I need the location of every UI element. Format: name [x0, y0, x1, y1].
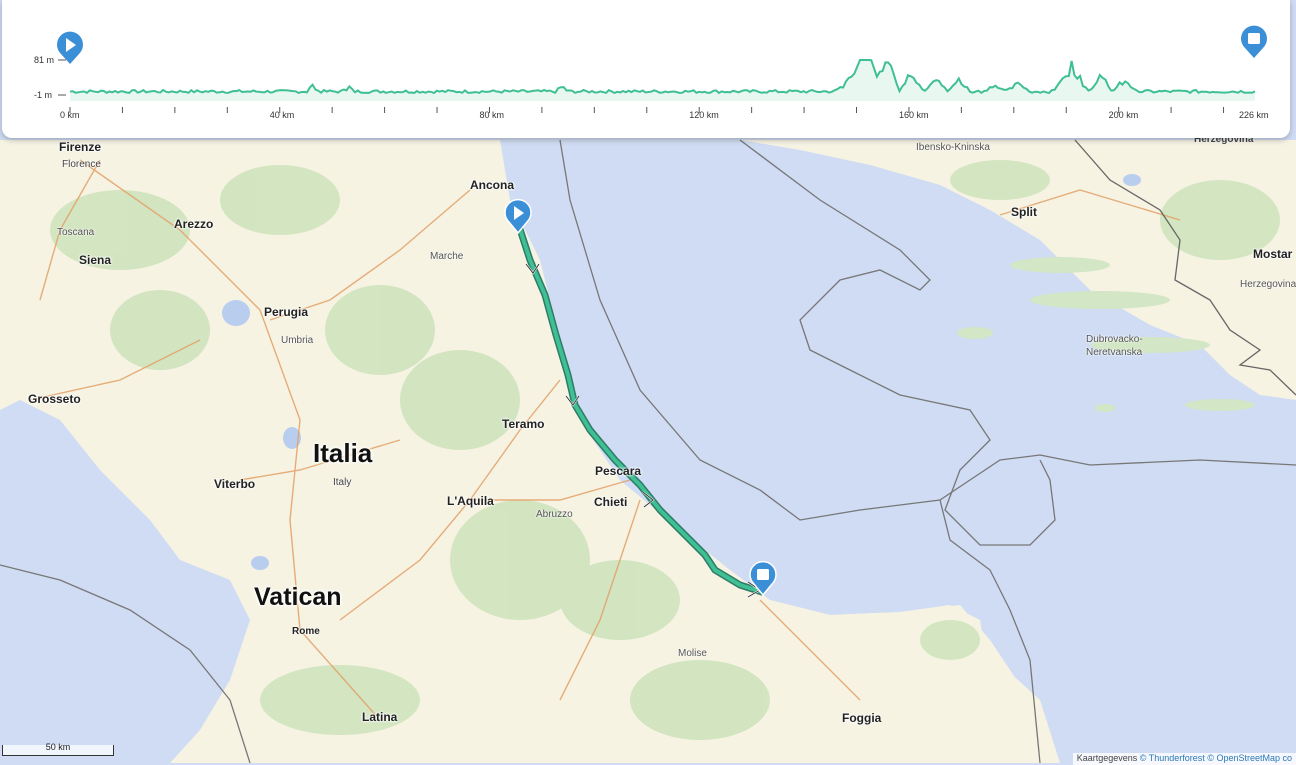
x-axis-label: 160 km [899, 110, 929, 120]
label-rome: Rome [292, 626, 320, 637]
x-axis-labels: 0 km 40 km 80 km 120 km 160 km 200 km 226 km [60, 110, 1269, 120]
label-pescara: Pescara [595, 464, 642, 478]
route-end-marker[interactable] [749, 560, 777, 597]
label-umbria: Umbria [281, 335, 314, 346]
label-viterbo: Viterbo [214, 477, 256, 491]
openstreetmap-link[interactable]: © OpenStreetMap co [1207, 753, 1292, 763]
scale-bar: 50 km [2, 742, 114, 756]
label-italia: Italia [313, 438, 373, 468]
elevation-area-group [69, 59, 1256, 101]
thunderforest-link[interactable]: © Thunderforest [1140, 753, 1205, 763]
attribution-prefix: Kaartgegevens [1076, 753, 1138, 763]
x-axis-label: 80 km [479, 110, 504, 120]
x-axis-label: 226 km [1239, 110, 1269, 120]
label-dubrovacko: Dubrovacko- [1086, 334, 1143, 345]
elevation-profile-panel[interactable]: 81 m -1 m 0 km 40 km 80 km 120 km 160 km 200 … [2, 0, 1290, 138]
scale-label: 50 km [45, 742, 71, 752]
elevation-min-label: -1 m [34, 90, 52, 100]
label-firenze: Firenze [59, 140, 102, 154]
label-siena: Siena [79, 253, 112, 267]
x-axis-label: 120 km [689, 110, 719, 120]
label-arezzo: Arezzo [174, 217, 214, 231]
label-neretvanska: Neretvanska [1086, 347, 1143, 358]
label-mostar: Mostar [1253, 247, 1293, 261]
finish-square-marker-icon [749, 560, 777, 597]
label-molise: Molise [678, 648, 707, 659]
elevation-max-label: 81 m [34, 55, 54, 65]
label-marche: Marche [430, 251, 464, 262]
label-herzegovina-right: Herzegovina-I [1240, 279, 1296, 290]
elevation-area [70, 60, 1255, 101]
x-axis-label: 0 km [60, 110, 80, 120]
label-split: Split [1011, 205, 1037, 219]
label-abruzzo: Abruzzo [536, 509, 573, 520]
x-axis-label: 40 km [270, 110, 295, 120]
profile-end-marker[interactable] [1241, 25, 1267, 58]
label-vatican: Vatican [254, 583, 342, 611]
elevation-profile-chart[interactable]: 81 m -1 m 0 km 40 km 80 km 120 km 160 km 200 … [2, 0, 1290, 138]
route-start-marker[interactable] [504, 198, 532, 235]
label-ancona: Ancona [470, 178, 515, 192]
label-chieti: Chieti [594, 495, 628, 509]
label-foggia: Foggia [842, 711, 882, 725]
label-teramo: Teramo [502, 417, 545, 431]
label-latina: Latina [362, 710, 398, 724]
play-marker-icon [504, 198, 532, 235]
finish-square-marker-icon [1248, 33, 1260, 44]
map-attribution: Kaartgegevens © Thunderforest © OpenStre… [1072, 753, 1296, 765]
x-axis-ticks [69, 107, 1225, 113]
profile-start-marker[interactable] [57, 31, 84, 64]
label-italy: Italy [333, 477, 352, 488]
label-grosseto: Grosseto [28, 392, 81, 406]
label-sibensko: Ibensko-Kninska [916, 142, 990, 153]
label-toscana: Toscana [57, 227, 95, 238]
x-axis-label: 200 km [1109, 110, 1139, 120]
label-perugia: Perugia [264, 305, 309, 319]
label-laquila: L'Aquila [447, 494, 494, 508]
label-florence: Florence [62, 159, 101, 170]
